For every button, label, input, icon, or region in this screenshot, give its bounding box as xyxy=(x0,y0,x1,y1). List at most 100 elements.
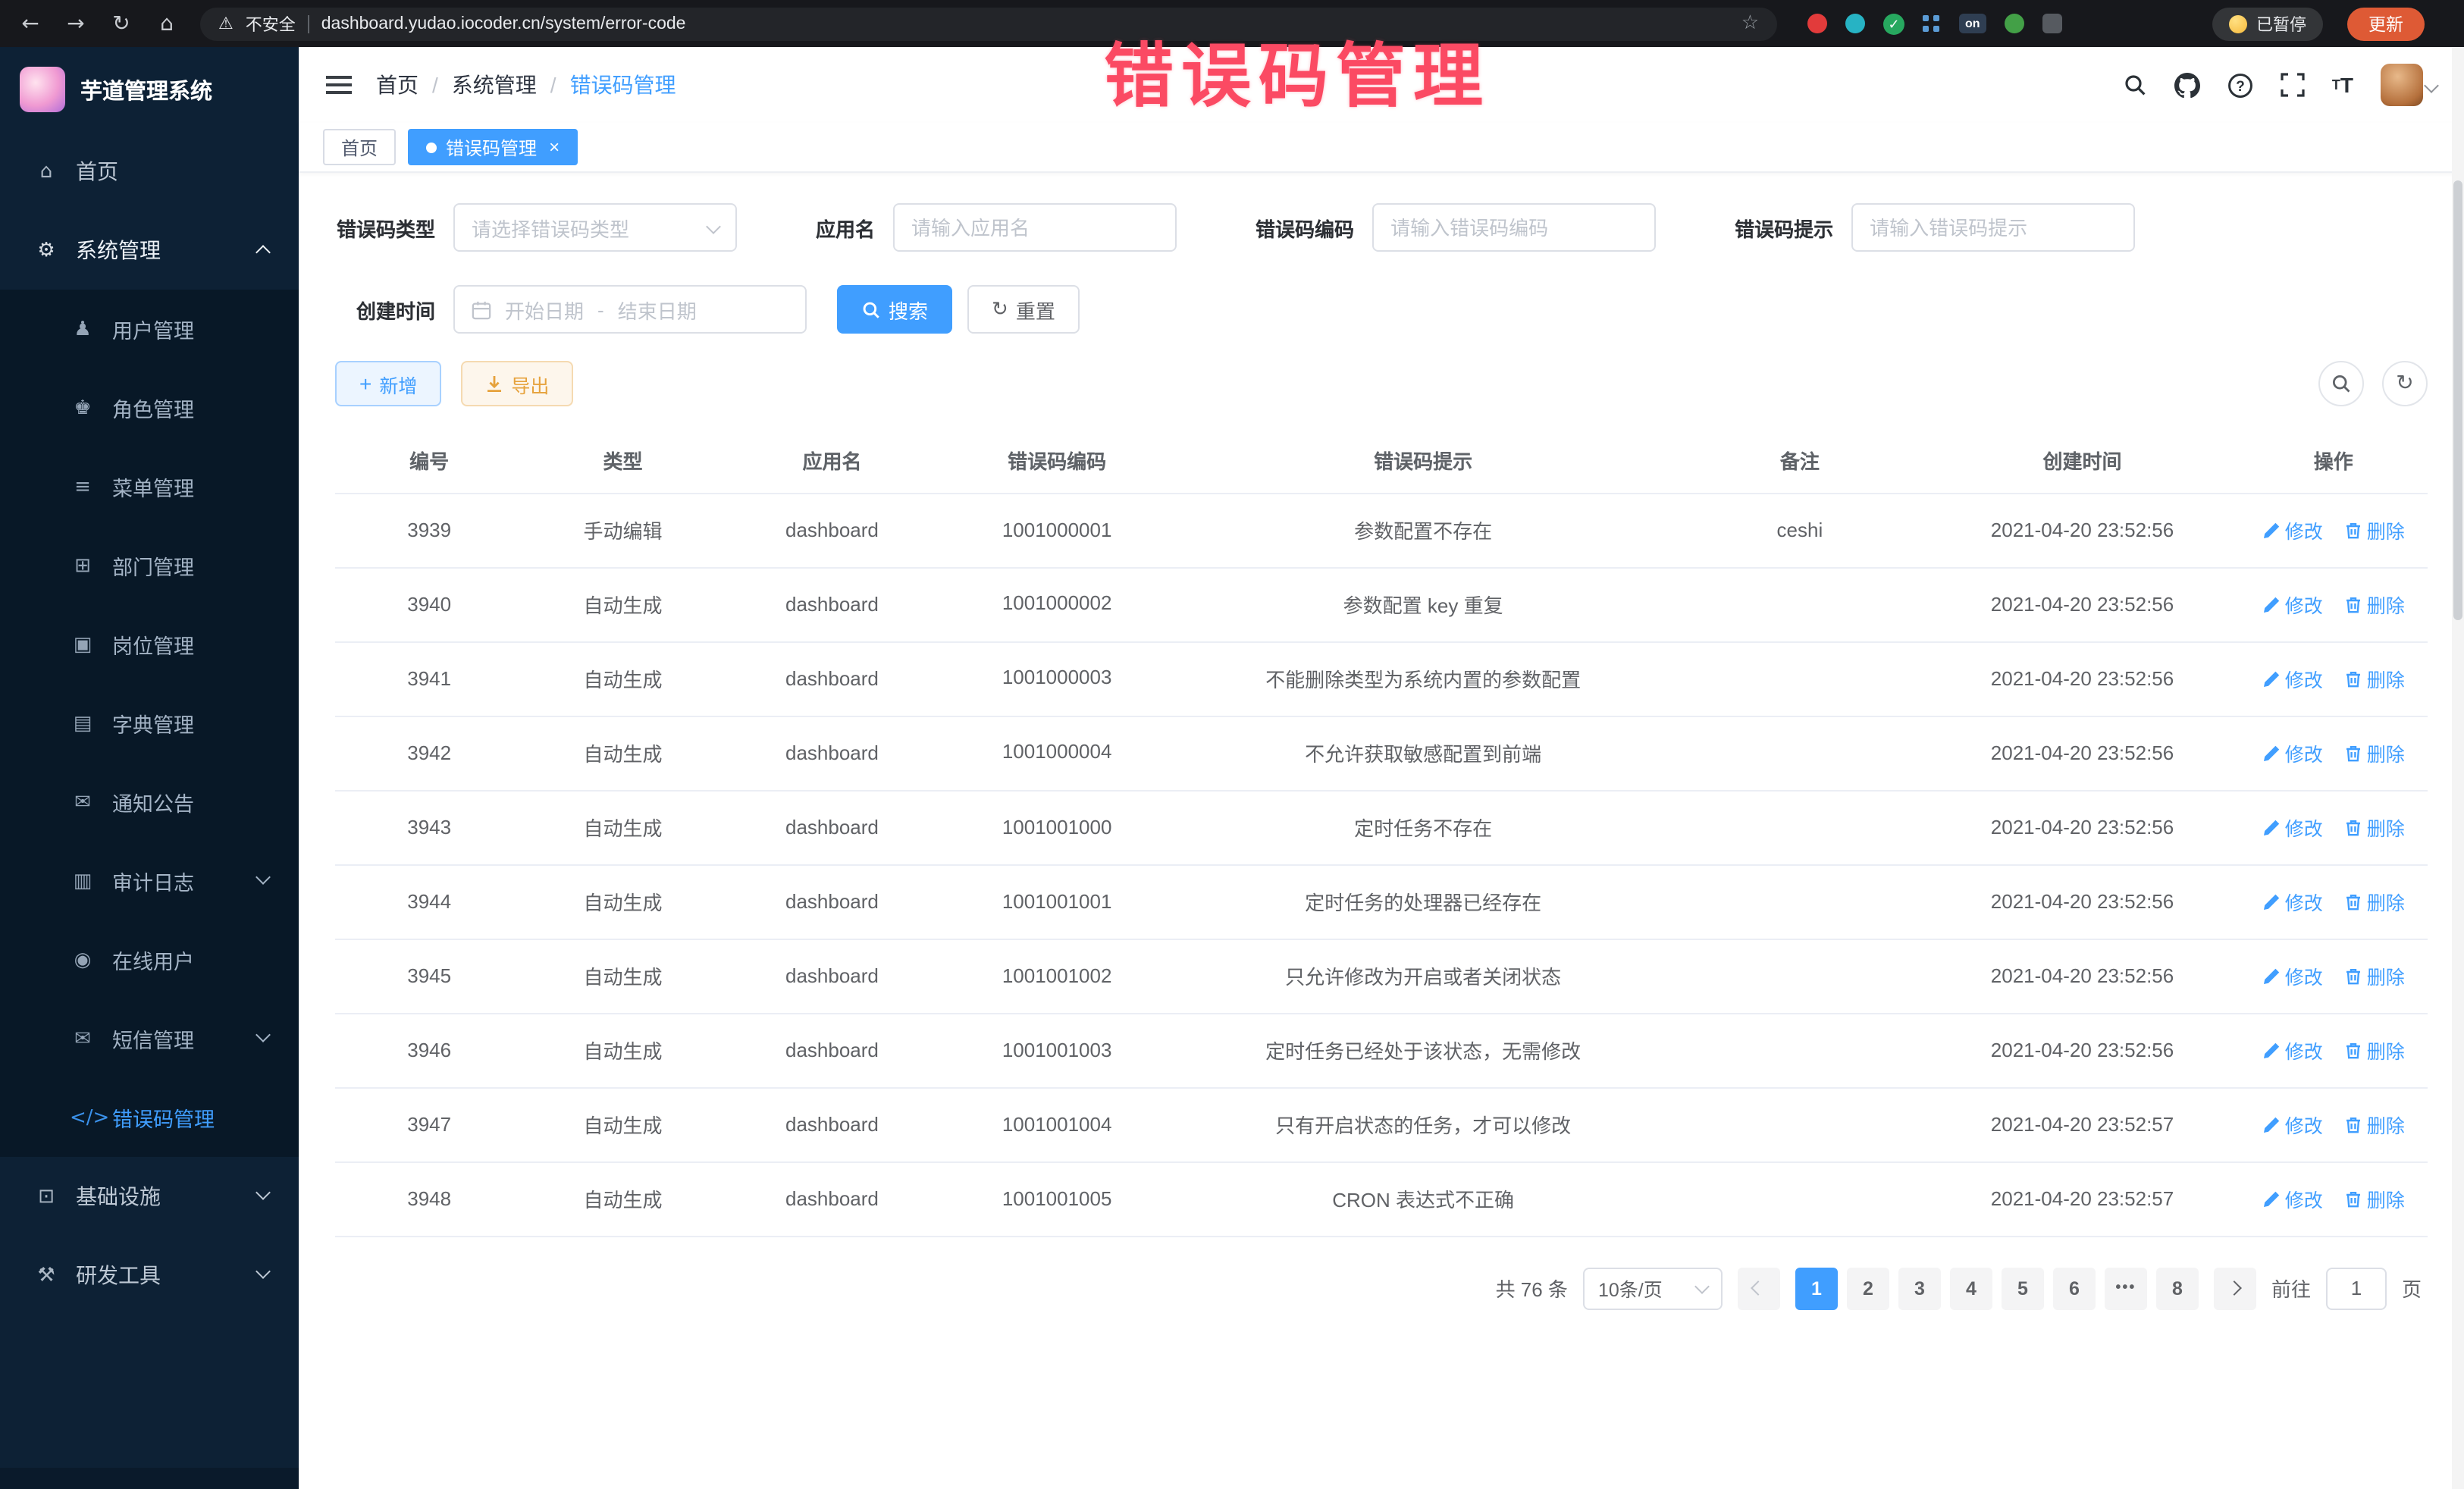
sidebar-item-dept[interactable]: ⊞部门管理 xyxy=(0,526,299,605)
edit-link[interactable]: 修改 xyxy=(2262,1036,2323,1064)
export-button[interactable]: 导出 xyxy=(461,361,573,406)
app-name-input[interactable] xyxy=(893,203,1177,252)
font-size-icon[interactable]: TT xyxy=(2332,74,2353,96)
delete-link[interactable]: 删除 xyxy=(2344,1184,2405,1213)
search-icon[interactable] xyxy=(2123,73,2147,97)
update-button[interactable]: 更新 xyxy=(2347,7,2425,40)
page-button-4[interactable]: 4 xyxy=(1950,1267,1992,1309)
sidebar-item-home[interactable]: ⌂首页 xyxy=(0,132,299,211)
delete-link[interactable]: 删除 xyxy=(2344,738,2405,767)
sidebar-item-role[interactable]: ♚角色管理 xyxy=(0,368,299,447)
tab-home[interactable]: 首页 xyxy=(323,129,396,165)
delete-link[interactable]: 删除 xyxy=(2344,1110,2405,1139)
breadcrumb-item[interactable]: 首页 xyxy=(376,70,419,100)
edit-icon xyxy=(2262,1115,2281,1133)
extension-grid-icon[interactable] xyxy=(1923,15,1929,21)
delete-icon xyxy=(2344,1041,2362,1059)
extension-icon[interactable] xyxy=(1845,14,1865,33)
github-icon[interactable] xyxy=(2174,72,2200,98)
extension-icon[interactable] xyxy=(2005,14,2024,33)
tab-error-code[interactable]: 错误码管理× xyxy=(408,129,578,165)
delete-link[interactable]: 删除 xyxy=(2344,516,2405,544)
forward-icon[interactable]: → xyxy=(58,11,94,36)
delete-link[interactable]: 删除 xyxy=(2344,813,2405,842)
address-bar[interactable]: ⚠ 不安全 dashboard.yudao.iocoder.cn/system/… xyxy=(200,7,1777,40)
edit-link[interactable]: 修改 xyxy=(2262,1110,2323,1139)
refresh-table-button[interactable]: ↻ xyxy=(2382,361,2428,406)
sidebar-item-audit-log[interactable]: ▥审计日志 xyxy=(0,842,299,920)
edit-link[interactable]: 修改 xyxy=(2262,664,2323,693)
breadcrumb-item[interactable]: 系统管理 xyxy=(452,70,537,100)
delete-icon xyxy=(2344,1190,2362,1208)
delete-link[interactable]: 删除 xyxy=(2344,961,2405,990)
help-icon[interactable]: ? xyxy=(2227,72,2253,98)
edit-link[interactable]: 修改 xyxy=(2262,961,2323,990)
error-code-input[interactable] xyxy=(1372,203,1656,252)
delete-link[interactable]: 删除 xyxy=(2344,1036,2405,1064)
next-page-button[interactable] xyxy=(2214,1267,2256,1309)
page-size-select[interactable]: 10条/页 xyxy=(1583,1267,1723,1309)
edit-link[interactable]: 修改 xyxy=(2262,516,2323,544)
sidebar-item-online-user[interactable]: ◉在线用户 xyxy=(0,920,299,999)
app-logo[interactable]: 芋道管理系统 xyxy=(0,47,299,132)
edit-icon xyxy=(2262,744,2281,762)
scrollbar-thumb[interactable] xyxy=(2453,180,2462,620)
chevron-down-icon xyxy=(255,1027,271,1042)
security-label[interactable]: 不安全 xyxy=(246,11,296,36)
date-range-picker[interactable]: 开始日期 - 结束日期 xyxy=(453,285,807,334)
sidebar-item-menu[interactable]: ≡菜单管理 xyxy=(0,447,299,526)
sidebar-item-sms[interactable]: ✉短信管理 xyxy=(0,999,299,1078)
edit-link[interactable]: 修改 xyxy=(2262,887,2323,916)
prev-page-button[interactable] xyxy=(1738,1267,1780,1309)
edit-link[interactable]: 修改 xyxy=(2262,813,2323,842)
page-button-3[interactable]: 3 xyxy=(1898,1267,1941,1309)
close-icon[interactable]: × xyxy=(549,138,560,156)
sidebar-item-devtool[interactable]: ⚒研发工具 xyxy=(0,1236,299,1315)
home-icon[interactable]: ⌂ xyxy=(149,11,185,36)
notice-icon: ✉ xyxy=(70,791,96,813)
edit-link[interactable]: 修改 xyxy=(2262,590,2323,619)
search-toggle-button[interactable] xyxy=(2318,361,2364,406)
delete-link[interactable]: 删除 xyxy=(2344,664,2405,693)
search-button[interactable]: 搜索 xyxy=(837,285,952,334)
back-icon[interactable]: ← xyxy=(12,11,49,36)
sidebar-item-infra[interactable]: ⊡基础设施 xyxy=(0,1157,299,1236)
page-button-1[interactable]: 1 xyxy=(1795,1267,1838,1309)
edit-link[interactable]: 修改 xyxy=(2262,738,2323,767)
ellipsis-button[interactable]: ••• xyxy=(2105,1267,2147,1309)
sidebar-item-error-code[interactable]: </>错误码管理 xyxy=(0,1078,299,1157)
error-type-select[interactable]: 请选择错误码类型 xyxy=(453,203,737,252)
fullscreen-icon[interactable] xyxy=(2281,73,2305,97)
reset-button[interactable]: ↻ 重置 xyxy=(967,285,1080,334)
page-scrollbar[interactable] xyxy=(2452,47,2464,1489)
page-button-6[interactable]: 6 xyxy=(2053,1267,2096,1309)
cell-actions: 修改删除 xyxy=(2240,716,2428,790)
error-msg-input[interactable] xyxy=(1851,203,2135,252)
page-button-5[interactable]: 5 xyxy=(2002,1267,2044,1309)
sidebar-item-user[interactable]: ♟用户管理 xyxy=(0,290,299,368)
delete-link[interactable]: 删除 xyxy=(2344,590,2405,619)
edit-link[interactable]: 修改 xyxy=(2262,1184,2323,1213)
column-header: 应用名 xyxy=(723,429,942,493)
delete-link[interactable]: 删除 xyxy=(2344,887,2405,916)
page-button-8[interactable]: 8 xyxy=(2156,1267,2199,1309)
sidebar-item-system[interactable]: ⚙系统管理 xyxy=(0,211,299,290)
paused-badge[interactable]: 已暂停 xyxy=(2212,7,2323,40)
menu-fold-icon[interactable] xyxy=(326,83,352,86)
select-placeholder: 请选择错误码类型 xyxy=(472,213,629,242)
menu-icon: ≡ xyxy=(70,475,96,498)
add-button[interactable]: + 新增 xyxy=(335,361,441,406)
extension-check-icon[interactable]: ✓ xyxy=(1883,13,1904,34)
sidebar-item-dict[interactable]: ▤字典管理 xyxy=(0,684,299,763)
bookmark-star-icon[interactable]: ☆ xyxy=(1741,12,1759,35)
reload-icon[interactable]: ↻ xyxy=(103,11,140,36)
page-button-2[interactable]: 2 xyxy=(1847,1267,1889,1309)
user-avatar[interactable] xyxy=(2381,64,2437,106)
sidebar-item-post[interactable]: ▣岗位管理 xyxy=(0,605,299,684)
sidebar-item-notice[interactable]: ✉通知公告 xyxy=(0,763,299,842)
goto-page-input[interactable] xyxy=(2326,1267,2387,1309)
extension-badge[interactable]: on xyxy=(1959,14,1986,33)
cell-code: 1001000001 xyxy=(942,493,1172,567)
extensions-puzzle-icon[interactable] xyxy=(2042,14,2062,33)
extension-icon[interactable] xyxy=(1807,14,1827,33)
